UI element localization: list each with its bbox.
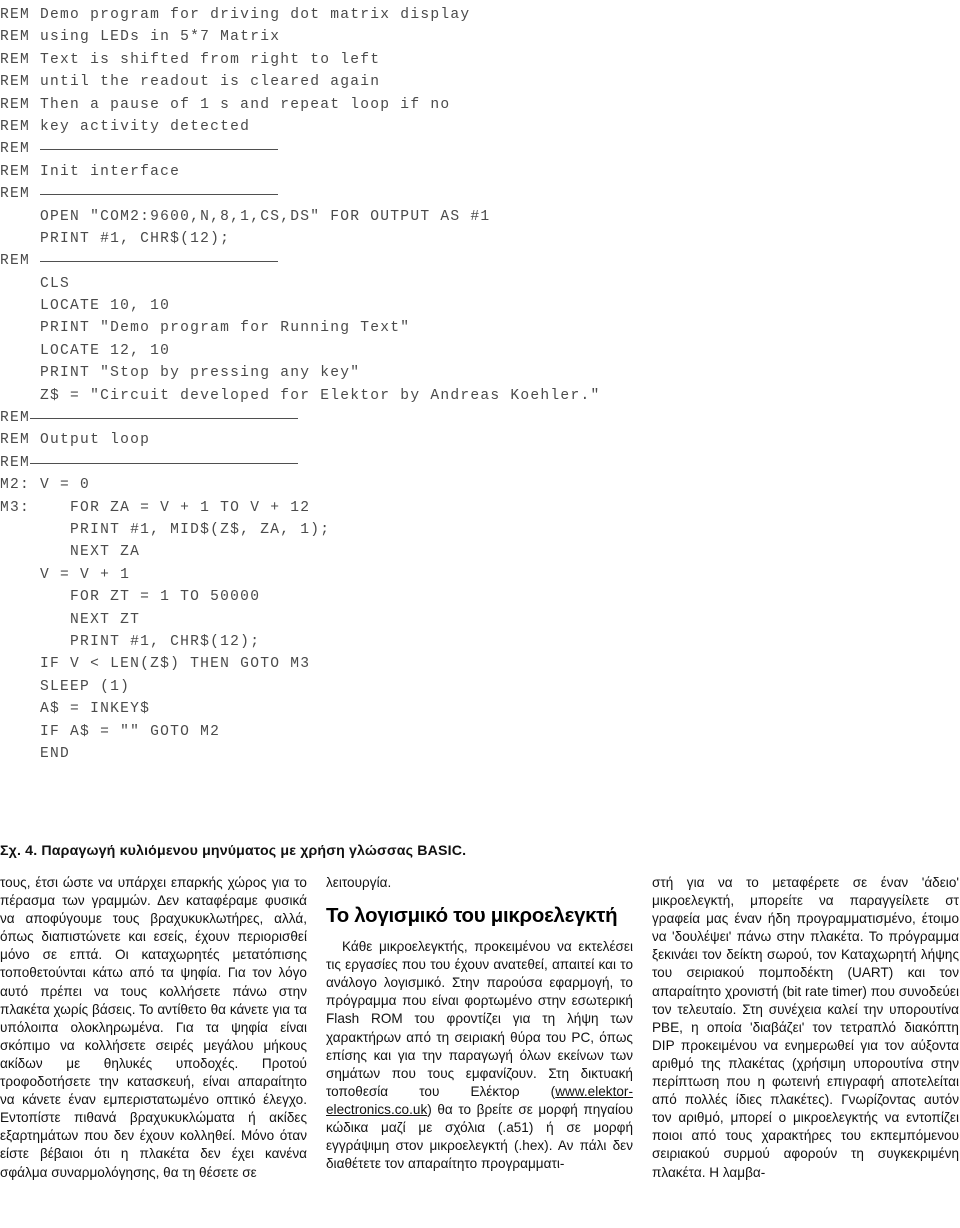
code-separator-rule <box>40 149 279 151</box>
code-line: REM Init interface <box>0 163 181 180</box>
column2-text-before-link: Κάθε μικροελεγκτής, προκειμένου να εκτελ… <box>326 939 633 1099</box>
figure-caption: Σχ. 4. Παραγωγή κυλιόμενου μηνύματος με … <box>0 842 640 860</box>
code-line: LOCATE 10, 10 <box>0 298 171 315</box>
code-line: REM Then a pause of 1 s and repeat loop … <box>0 96 451 113</box>
code-rem-keyword: REM <box>0 454 31 471</box>
code-line: REM using LEDs in 5*7 Matrix <box>0 29 281 46</box>
column2-body-paragraph: Κάθε μικροελεγκτής, προκειμένου να εκτελ… <box>326 938 633 1173</box>
code-separator-rule <box>40 193 279 195</box>
code-separator-rule <box>30 462 299 464</box>
code-line: REM until the readout is cleared again <box>0 74 381 91</box>
code-rem-keyword: REM <box>0 253 31 270</box>
section-heading-software: Το λογισμικό του μικροελεγκτή <box>326 905 618 928</box>
code-line: PRINT "Demo program for Running Text" <box>0 320 411 337</box>
code-line: FOR ZT = 1 TO 50000 <box>0 589 261 606</box>
code-line: CLS <box>0 275 71 292</box>
code-line: NEXT ZT <box>0 611 141 628</box>
code-line: REM Output loop <box>0 432 151 449</box>
code-separator-line: REM <box>0 452 700 474</box>
code-separator-rule <box>30 417 299 419</box>
code-line: M3: FOR ZA = V + 1 TO V + 12 <box>0 499 311 516</box>
code-line: END <box>0 745 71 762</box>
code-separator-line: REM <box>0 183 700 205</box>
column1-paragraph: τους, έτσι ώστε να υπάρχει επαρκής χώρος… <box>0 875 307 1180</box>
code-line: PRINT "Stop by pressing any key" <box>0 365 361 382</box>
code-line: PRINT #1, CHR$(12); <box>0 633 261 650</box>
article-column-1: τους, έτσι ώστε να υπάρχει επαρκής χώρος… <box>0 874 307 1228</box>
code-line: V = V + 1 <box>0 566 131 583</box>
code-separator-line: REM <box>0 250 700 272</box>
code-line: Z$ = "Circuit developed for Elektor by A… <box>0 387 601 404</box>
code-line: OPEN "COM2:9600,N,8,1,CS,DS" FOR OUTPUT … <box>0 208 491 225</box>
code-separator-line: REM <box>0 407 700 429</box>
code-rem-keyword: REM <box>0 141 31 158</box>
code-line: IF A$ = "" GOTO M2 <box>0 723 221 740</box>
code-line: IF V < LEN(Z$) THEN GOTO M3 <box>0 656 311 673</box>
code-rem-keyword: REM <box>0 186 31 203</box>
article-columns: τους, έτσι ώστε να υπάρχει επαρκής χώρος… <box>0 874 960 1228</box>
code-line: NEXT ZA <box>0 544 141 561</box>
column2-continuation-paragraph: λειτουργία. <box>326 875 392 890</box>
code-line: REM Text is shifted from right to left <box>0 51 381 68</box>
code-line: SLEEP (1) <box>0 678 131 695</box>
code-line: REM key activity detected <box>0 118 251 135</box>
code-line: REM Demo program for driving dot matrix … <box>0 7 471 23</box>
code-line: A$ = INKEY$ <box>0 701 151 718</box>
article-column-3: στή για να το μεταφέρετε σε έναν 'άδειο'… <box>652 874 959 1228</box>
code-line: M2: V = 0 <box>0 477 91 494</box>
code-rem-keyword: REM <box>0 410 31 427</box>
figure-caption-text: Σχ. 4. Παραγωγή κυλιόμενου μηνύματος με … <box>0 843 467 859</box>
column3-paragraph: στή για να το μεταφέρετε σε έναν 'άδειο'… <box>652 875 959 1180</box>
basic-code-listing: REM Demo program for driving dot matrix … <box>0 0 700 765</box>
code-separator-line: REM <box>0 138 700 160</box>
code-line: LOCATE 12, 10 <box>0 342 171 359</box>
code-line: PRINT #1, MID$(Z$, ZA, 1); <box>0 521 331 538</box>
code-line: PRINT #1, CHR$(12); <box>0 230 231 247</box>
article-column-2: λειτουργία. Το λογισμικό του μικροελεγκτ… <box>326 874 633 1228</box>
code-separator-rule <box>40 260 279 262</box>
